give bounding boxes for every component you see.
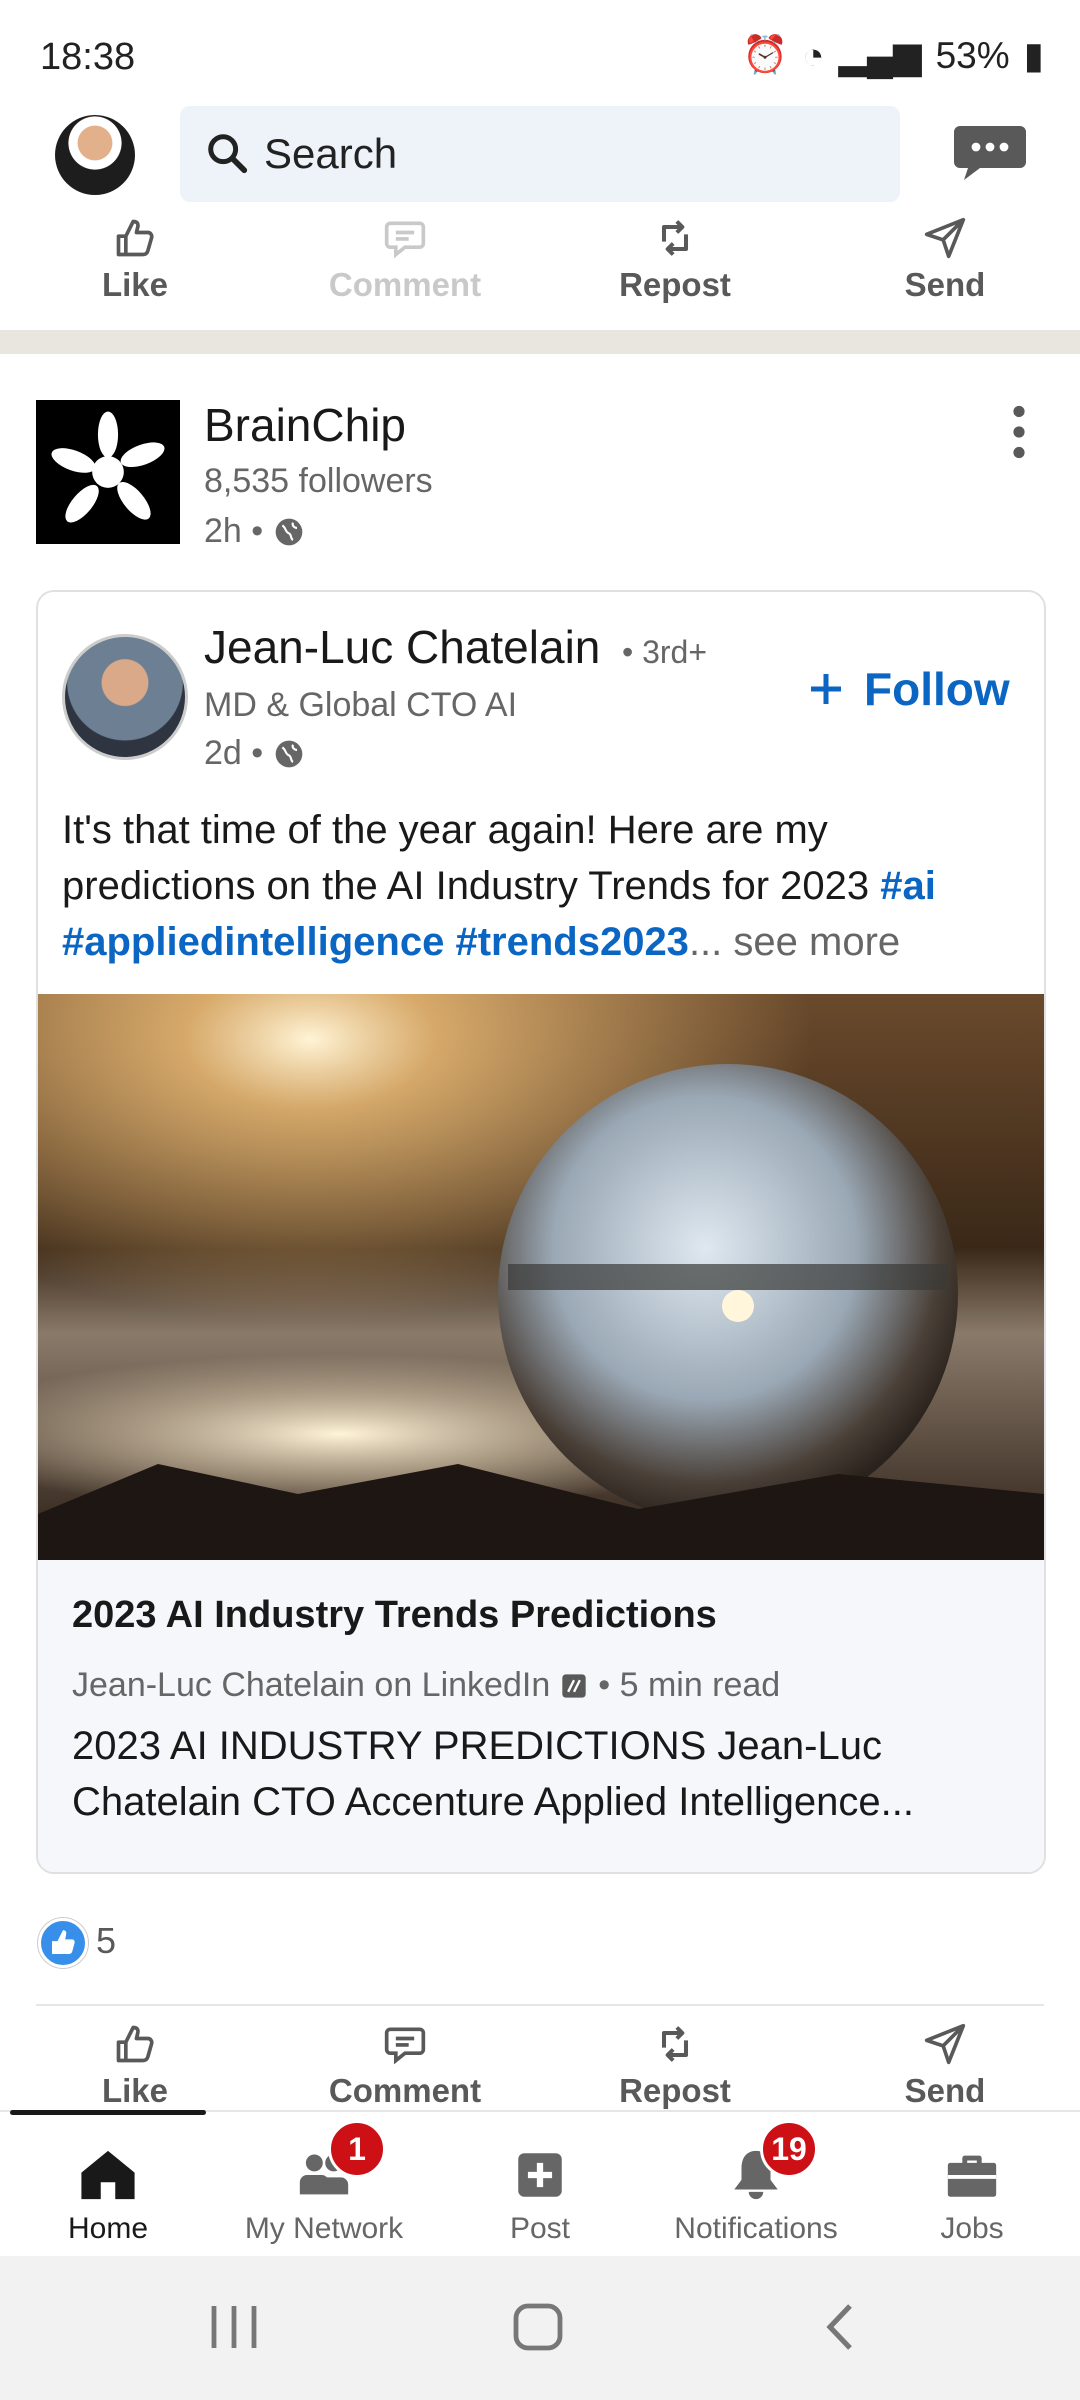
- send-icon: [924, 2023, 966, 2065]
- repost-label: Repost: [619, 266, 731, 303]
- follow-button[interactable]: Follow: [806, 662, 1010, 716]
- company-logo[interactable]: [36, 400, 180, 544]
- nav-notifications[interactable]: Notifications 19: [648, 2112, 864, 2258]
- thumbs-up-icon: [52, 1930, 75, 1954]
- article-read-time: • 5 min read: [598, 1666, 781, 1704]
- network-badge: 1: [328, 2120, 386, 2178]
- repost-icon: [661, 220, 689, 256]
- recent-apps-icon[interactable]: [206, 2302, 262, 2352]
- article-title: 2023 AI Industry Trends Predictions: [72, 1594, 717, 1636]
- connection-degree: • 3rd+: [622, 634, 708, 670]
- send-icon: [924, 217, 966, 259]
- article-image[interactable]: [38, 994, 1044, 1560]
- see-more-link[interactable]: ... see more: [689, 920, 900, 964]
- like-label: Like: [101, 266, 169, 303]
- comment-button[interactable]: Comment: [270, 2022, 540, 2122]
- wifi-icon: ◔: [802, 34, 825, 76]
- like-reaction-icon[interactable]: [38, 1918, 88, 1968]
- plus-icon: [811, 674, 841, 704]
- article-snippet: 2023 AI INDUSTRY PREDICTIONS Jean-Luc Ch…: [72, 1724, 914, 1824]
- more-options-icon[interactable]: [1004, 404, 1034, 460]
- comment-label: Comment: [328, 266, 482, 303]
- post-text: It's that time of the year again! Here a…: [62, 802, 1022, 970]
- home-icon: [81, 2150, 135, 2200]
- follow-label: Follow: [864, 663, 1010, 715]
- bottom-navigation: Home My Network 1 Post Notifications 19 …: [0, 2110, 1080, 2258]
- author-avatar[interactable]: [62, 634, 188, 760]
- article-meta: Jean-Luc Chatelain on LinkedIn • 5 min r…: [72, 1666, 780, 1705]
- comment-button[interactable]: Comment: [270, 216, 540, 316]
- company-age-text: 2h •: [204, 512, 264, 550]
- active-tab-indicator: [10, 2110, 206, 2115]
- send-button[interactable]: Send: [810, 216, 1080, 316]
- messaging-icon[interactable]: [952, 122, 1028, 182]
- globe-icon: [275, 740, 303, 767]
- nav-home[interactable]: Home: [0, 2112, 216, 2258]
- alarm-icon: ⏰: [742, 34, 789, 75]
- status-time: 18:38: [40, 36, 136, 78]
- like-icon: [116, 2025, 154, 2063]
- search-bar[interactable]: Search: [180, 106, 900, 202]
- company-name[interactable]: BrainChip: [204, 398, 406, 452]
- article-preview[interactable]: 2023 AI Industry Trends Predictions Jean…: [38, 1560, 1044, 1872]
- comment-icon: [384, 221, 426, 259]
- like-button[interactable]: Like: [0, 2022, 270, 2122]
- like-icon: [116, 219, 154, 257]
- nav-jobs[interactable]: Jobs: [864, 2112, 1080, 2258]
- actions-separator: [36, 2004, 1044, 2006]
- brainchip-logo-icon: [51, 411, 165, 523]
- article-source: Jean-Luc Chatelain on LinkedIn: [72, 1666, 551, 1704]
- previous-post-actions: Like Comment Repost Send: [0, 216, 1080, 316]
- like-label: Like: [101, 2072, 169, 2109]
- status-icons: ⏰ ◔ ▂▄▆ 53% ▮: [742, 34, 1044, 77]
- nav-post-label: Post: [509, 2212, 571, 2245]
- repost-label: Repost: [619, 2072, 731, 2109]
- repost-button[interactable]: Repost: [540, 216, 810, 316]
- post-icon: [518, 2153, 562, 2197]
- profile-avatar[interactable]: [55, 115, 135, 195]
- notifications-badge: 19: [760, 2120, 818, 2178]
- nav-my-network[interactable]: My Network 1: [216, 2112, 432, 2258]
- reshared-post-card[interactable]: Jean-Luc Chatelain • 3rd+ MD & Global CT…: [36, 590, 1046, 1874]
- search-icon: [208, 134, 248, 174]
- company-followers: 8,535 followers: [204, 462, 433, 500]
- send-label: Send: [904, 2072, 986, 2109]
- nav-jobs-label: Jobs: [940, 2212, 1004, 2245]
- author-name[interactable]: Jean-Luc Chatelain: [204, 620, 600, 674]
- nav-my-network-label: My Network: [244, 2212, 404, 2245]
- system-navigation-bar: [0, 2256, 1080, 2400]
- repost-button[interactable]: Repost: [540, 2022, 810, 2122]
- repost-icon: [661, 2026, 689, 2062]
- battery-percent: 53%: [935, 34, 1010, 76]
- hashtag-appliedintelligence[interactable]: #appliedintelligence: [62, 920, 444, 964]
- search-label: Search: [264, 130, 398, 177]
- comment-label: Comment: [328, 2072, 482, 2109]
- company-post-age: 2h •: [204, 512, 305, 551]
- post-body: It's that time of the year again! Here a…: [62, 808, 881, 908]
- globe-icon: [275, 518, 303, 545]
- hashtag-trends2023[interactable]: #trends2023: [455, 920, 688, 964]
- briefcase-icon: [947, 2155, 997, 2197]
- nav-home-label: Home: [67, 2212, 149, 2245]
- nav-post[interactable]: Post: [432, 2112, 648, 2258]
- post-actions: Like Comment Repost Send: [0, 2022, 1080, 2122]
- author-age-text: 2d •: [204, 734, 264, 772]
- home-button-icon[interactable]: [510, 2300, 566, 2354]
- back-icon[interactable]: [820, 2300, 860, 2354]
- author-headline: MD & Global CTO AI: [204, 686, 518, 724]
- hashtag-ai[interactable]: #ai: [880, 864, 936, 908]
- newsletter-icon: [562, 1673, 586, 1698]
- battery-icon: ▮: [1023, 35, 1044, 76]
- reaction-count[interactable]: 5: [96, 1920, 116, 1962]
- feed-divider: [0, 330, 1080, 354]
- nav-notifications-label: Notifications: [674, 2212, 838, 2245]
- send-label: Send: [904, 266, 986, 303]
- author-post-age: 2d •: [204, 734, 305, 773]
- status-bar: 18:38 ⏰ ◔ ▂▄▆ 53% ▮: [0, 0, 1080, 100]
- send-button[interactable]: Send: [810, 2022, 1080, 2122]
- signal-icon: ▂▄▆: [838, 35, 922, 76]
- comment-icon: [384, 2027, 426, 2065]
- like-button[interactable]: Like: [0, 216, 270, 316]
